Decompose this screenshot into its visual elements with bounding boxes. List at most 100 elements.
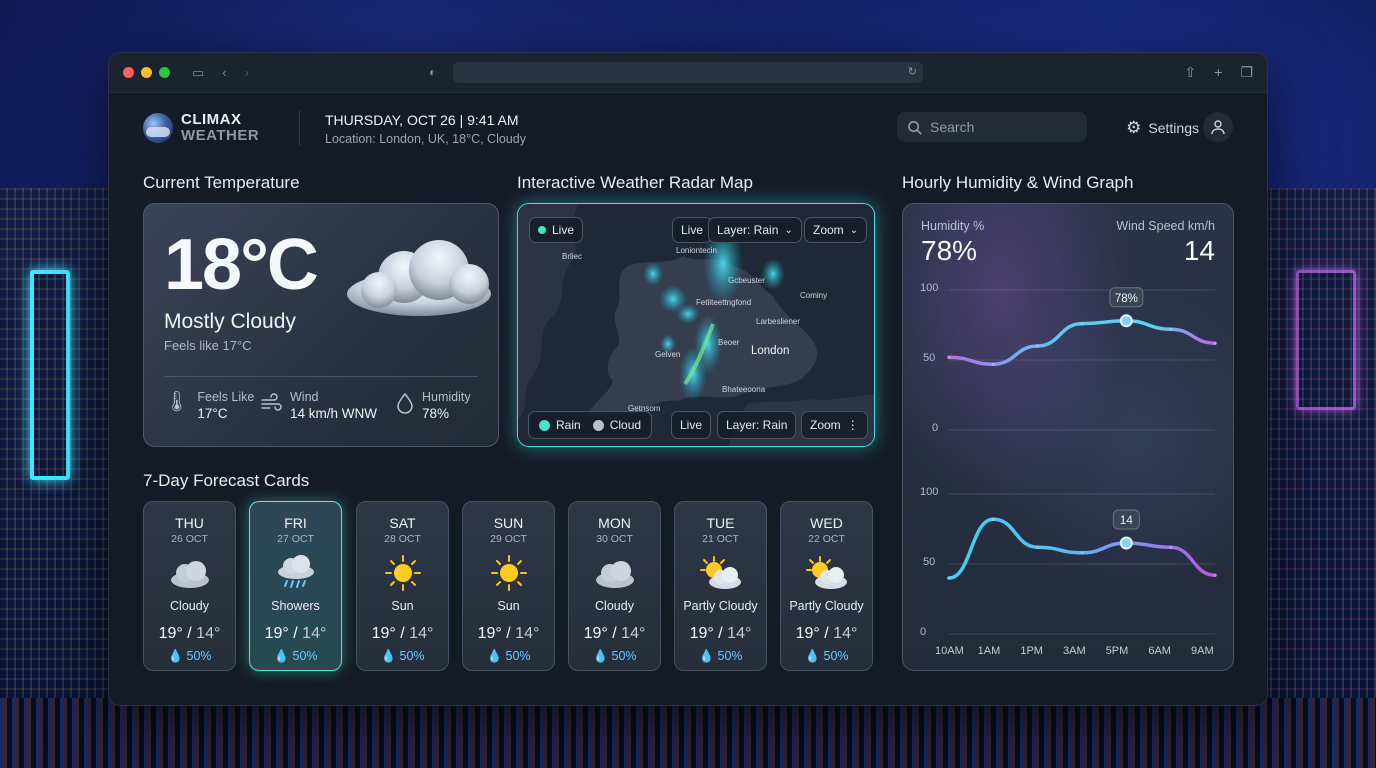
cloud-icon [569,553,660,593]
marker-tooltip-label: 14 [1120,515,1133,527]
current-location: Location: London, UK, 18°C, Cloudy [325,132,526,146]
data-point [1213,573,1217,577]
stat-humidity: Humidity 78% [396,390,471,421]
privacy-shield-icon[interactable]: ◐ [429,65,436,79]
forecast-low: 14° [621,625,646,642]
forecast-card-wed[interactable]: WED 22 OCT Partly Cloudy 19° / 14° 💧 50% [780,501,873,671]
map-label: Gcbeuster [728,276,765,285]
zoom-menu-bottom[interactable]: Zoom ⋮ [801,411,868,439]
current-temp-title: Current Temperature [143,173,300,192]
close-window-button[interactable] [123,67,134,78]
forecast-date: 21 OCT [702,533,739,545]
forecast-low: 14° [196,625,221,642]
back-icon[interactable]: ‹ [222,65,226,81]
humidity-series-line [947,319,1217,366]
sun-icon [357,553,448,593]
forecast-precip: 💧 50% [250,649,341,664]
map-label: Loniontecin [676,246,717,255]
forecast-card-fri[interactable]: FRI 27 OCT Showers 19° / 14° 💧 50% [249,501,342,671]
layer-select-bottom[interactable]: Layer: Rain [717,411,797,439]
radar-map[interactable]: Loniontecin Brliec Gcbeuster Fetliteettn… [517,203,875,447]
map-label: Beoer [718,338,740,347]
new-tab-icon[interactable]: + [1214,64,1222,81]
marker-tooltip-label: 78% [1115,293,1138,305]
browser-nav: ▭ ‹ › [192,65,249,81]
browser-window: ▭ ‹ › ◐ ↻ ⇧ + ❐ CLIMAX WEATHER THURSDAY,… [108,52,1268,706]
river-reflection [0,698,1376,768]
thermometer-icon: 🌡 [164,391,190,413]
forecast-high: 19° [795,625,820,642]
maximize-window-button[interactable] [159,67,170,78]
browser-actions: ⇧ + ❐ [1185,64,1253,81]
forecast-temps: 19° / 14° [371,625,434,642]
highlight-marker [1119,536,1133,550]
neon-sign-left [30,270,70,480]
forward-icon[interactable]: › [245,65,249,81]
data-point [1036,545,1040,549]
forecast-day: FRI [284,515,307,531]
live-toggle-label: Live [681,223,704,237]
forecast-card-thu[interactable]: THU 26 OCT Cloudy 19° / 14° 💧 50% [143,501,236,671]
forecast-high: 19° [689,625,714,642]
forecast-card-mon[interactable]: MON 30 OCT Cloudy 19° / 14° 💧 50% [568,501,661,671]
forecast-temps: 19° / 14° [795,625,858,642]
user-avatar-button[interactable] [1203,112,1233,142]
forecast-card-sun[interactable]: SUN 29 OCT Sun 19° / 14° 💧 50% [462,501,555,671]
forecast-day: SAT [389,515,416,531]
search-placeholder: Search [930,119,975,135]
forecast-date: 29 OCT [490,533,527,545]
search-icon [908,120,922,135]
forecast-day: SUN [493,515,524,531]
minimize-window-button[interactable] [141,67,152,78]
live-badge[interactable]: Live [529,217,584,243]
forecast-date: 27 OCT [277,533,314,545]
settings-label: Settings [1148,120,1199,136]
showers-icon [250,553,341,593]
zoom-select-top[interactable]: Zoom ⌄ [804,217,868,243]
brand-logo[interactable]: CLIMAX WEATHER [143,112,259,144]
graph-grid [949,289,1215,635]
radar-legend[interactable]: Rain Cloud [528,411,653,439]
forecast-precip-value: 50% [505,649,531,663]
stat-value: 14 km/h WNW [290,406,378,421]
chevron-down-icon: ⌄ [784,224,793,236]
live-toggle-bottom[interactable]: Live [671,411,712,439]
map-label-london: London [751,345,790,357]
chevron-down-icon: ⌄ [849,224,859,236]
current-temp-card: 18°C Mostly Cloudy Feels like 17°C 🌡 Fee… [143,203,499,447]
search-input[interactable]: Search [897,112,1087,142]
legend-rain-label: Rain [556,418,581,432]
sidebar-toggle-icon[interactable]: ▭ [192,65,204,81]
droplet-icon: 💧 [167,649,184,663]
forecast-condition: Cloudy [170,599,209,613]
data-point [1036,344,1040,348]
settings-button[interactable]: ⚙ Settings [1126,118,1199,138]
forecast-precip: 💧 50% [357,649,448,664]
forecast-precip-value: 50% [823,649,849,663]
forecast-high: 19° [477,625,502,642]
live-toggle-top[interactable]: Live [672,217,713,243]
forecast-date: 22 OCT [808,533,845,545]
forecast-condition: Sun [497,599,520,613]
forecast-date: 26 OCT [171,533,208,545]
forecast-precip-value: 50% [611,649,637,663]
highlight-marker [1119,314,1133,328]
current-condition: Mostly Cloudy [164,310,296,333]
forecast-card-sat[interactable]: SAT 28 OCT Sun 19° / 14° 💧 50% [356,501,449,671]
forecast-card-tue[interactable]: TUE 21 OCT Partly Cloudy 19° / 14° 💧 50% [674,501,767,671]
droplet-icon [397,392,413,414]
map-label: Brliec [562,252,583,261]
droplet-icon: 💧 [592,649,609,663]
address-bar[interactable]: ↻ [453,62,923,83]
data-point [991,517,995,521]
brand-name-line2: WEATHER [181,127,260,144]
layer-select-top[interactable]: Layer: Rain ⌄ [708,217,802,243]
forecast-condition: Showers [271,599,320,613]
reload-icon[interactable]: ↻ [908,65,917,78]
data-point [1169,545,1173,549]
cloud-icon [347,240,491,316]
feels-like-text: Feels like 17°C [164,338,252,353]
share-icon[interactable]: ⇧ [1185,64,1197,81]
tabs-overview-icon[interactable]: ❐ [1240,64,1253,81]
live-dot-icon [538,226,546,234]
